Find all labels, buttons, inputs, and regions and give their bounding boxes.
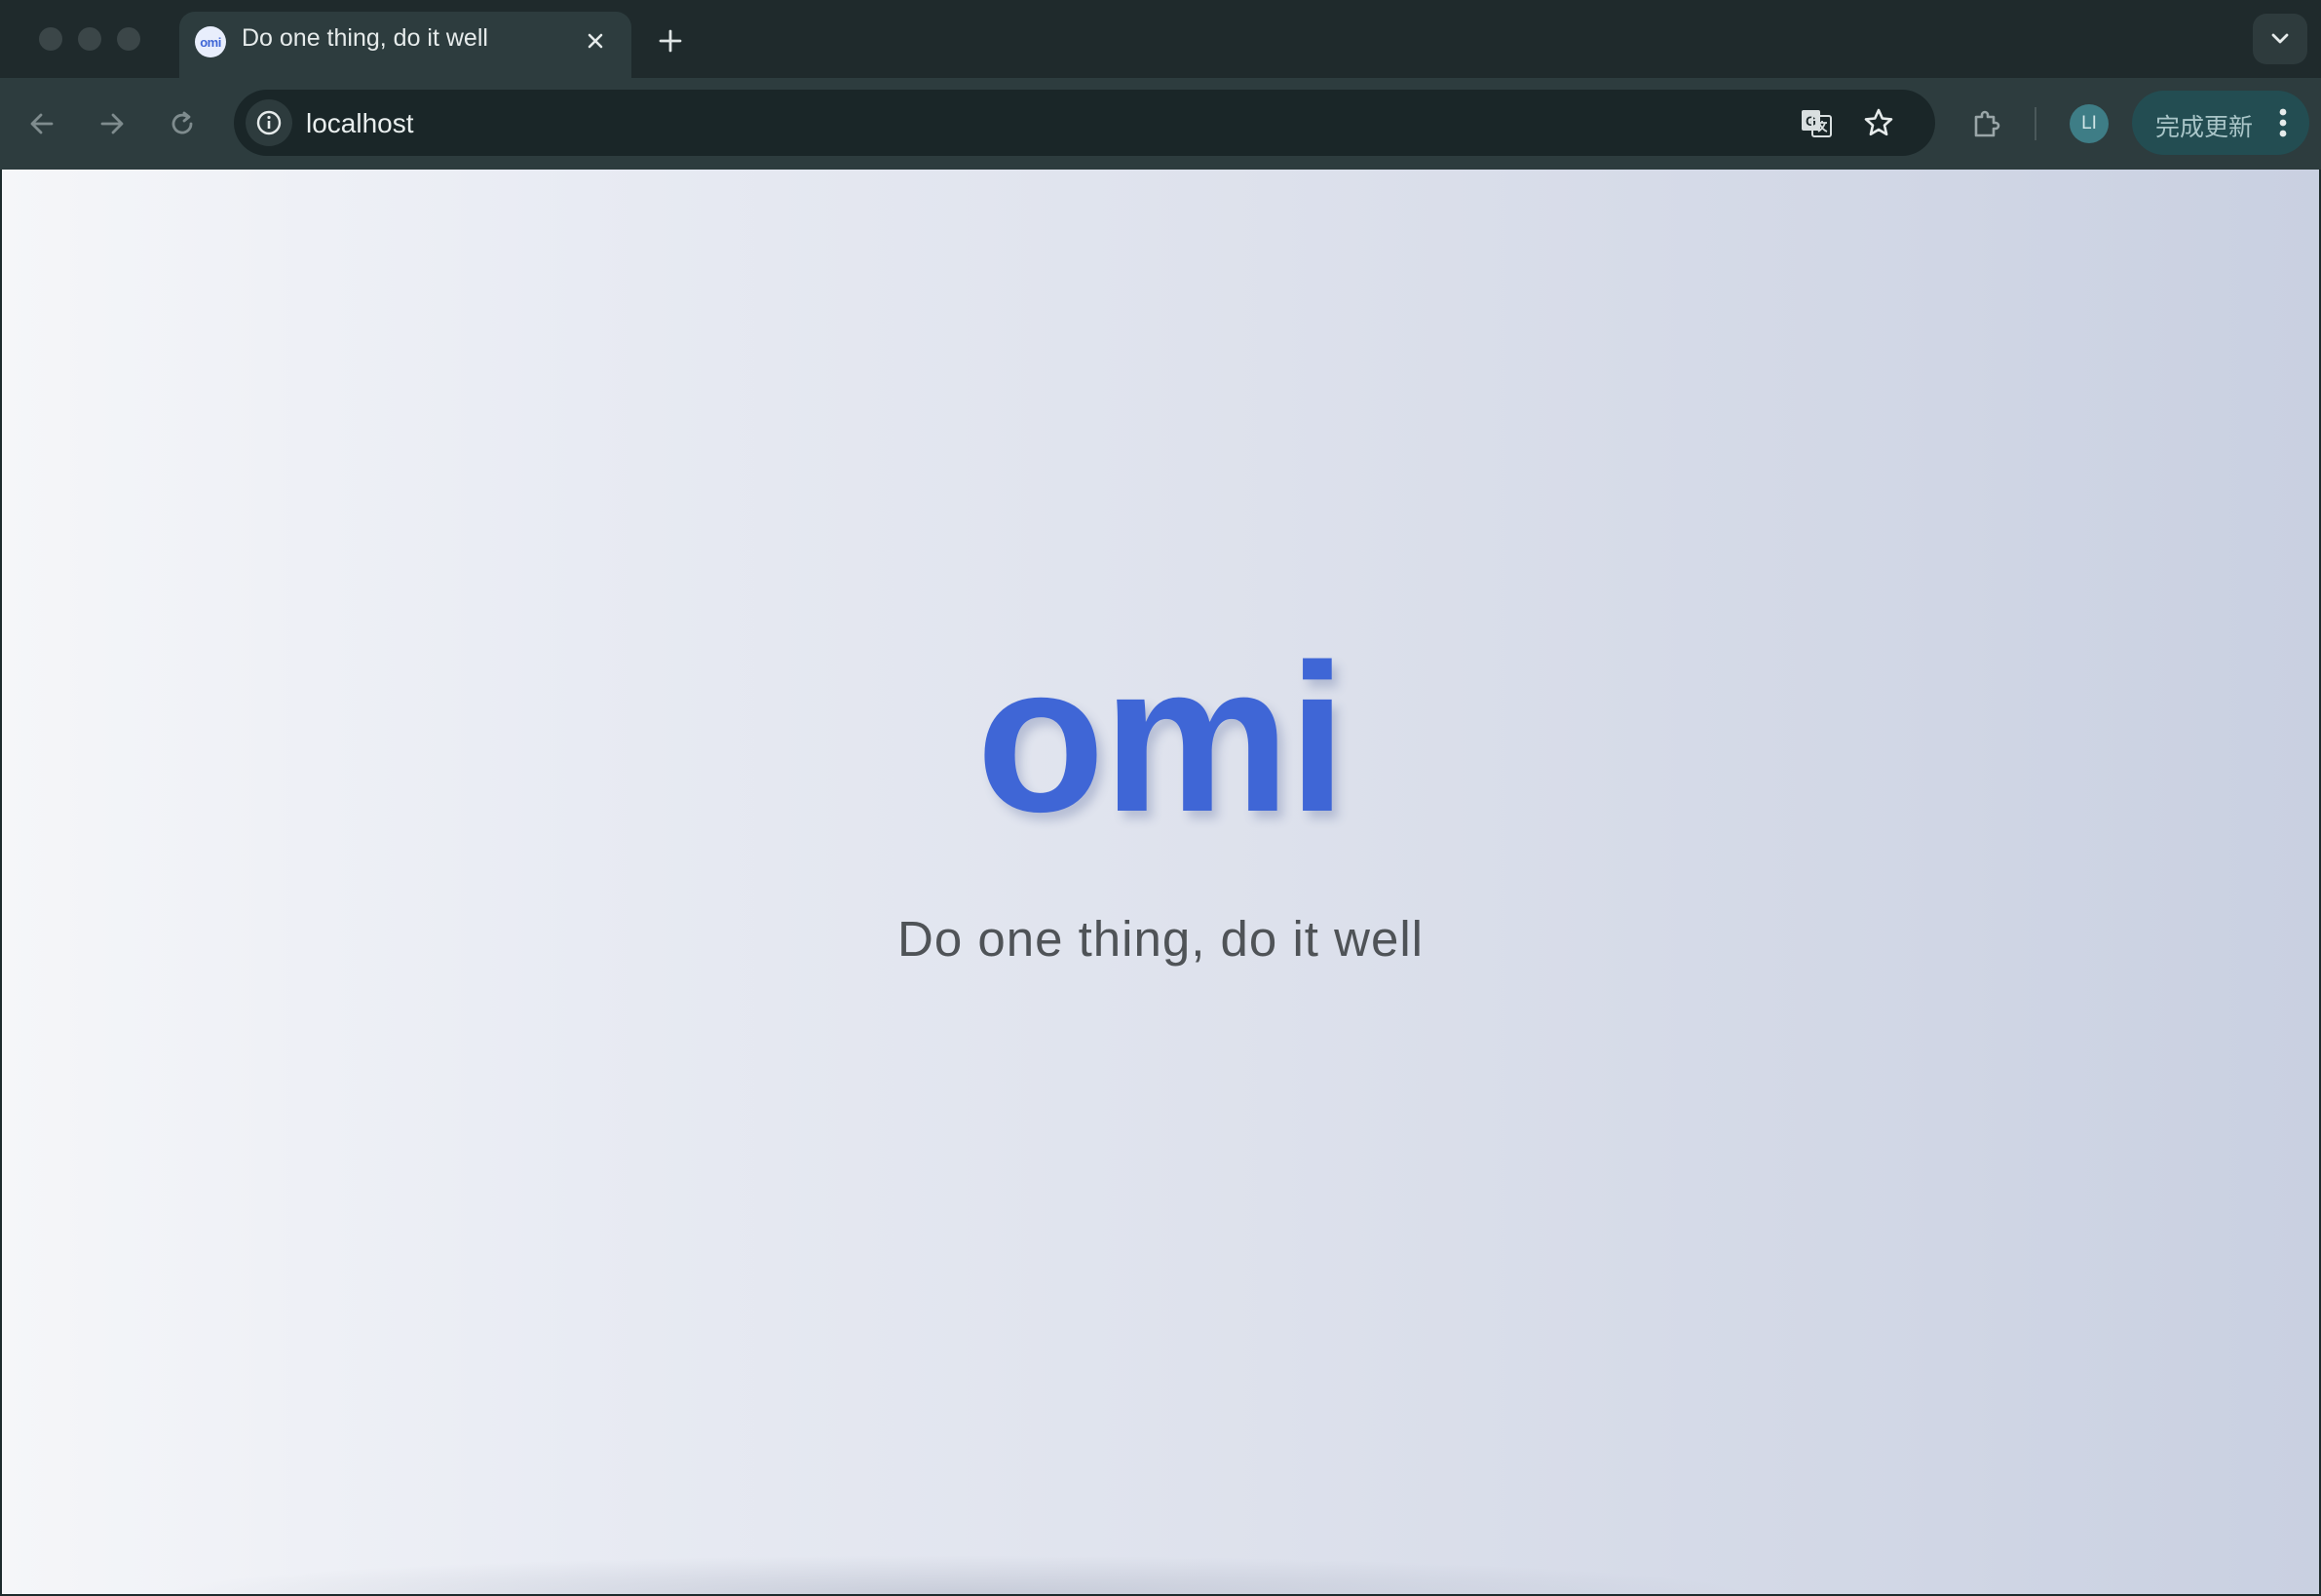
url-text[interactable]: localhost [306,108,414,139]
tagline: Do one thing, do it well [897,911,1424,967]
reload-icon[interactable] [158,99,207,148]
close-icon[interactable] [579,24,612,57]
more-vertical-icon[interactable] [2268,105,2298,140]
toolbar-divider [2035,107,2036,140]
arrow-right-icon[interactable] [88,99,136,148]
profile-avatar[interactable]: LI [2070,104,2109,143]
window-minimize-dot[interactable] [78,27,101,51]
plus-icon[interactable] [649,19,692,62]
window-zoom-dot[interactable] [117,27,140,51]
browser-window: omi Do one thing, do it well localhost G… [0,0,2321,1596]
browser-toolbar: localhost G LI 完成更新 [0,78,2321,170]
logo-title: omi [975,620,1347,855]
active-tab[interactable]: omi Do one thing, do it well [179,12,631,78]
info-icon[interactable] [246,99,292,146]
arrow-left-icon[interactable] [18,99,66,148]
puzzle-icon[interactable] [1962,99,2011,148]
star-icon[interactable] [1857,101,1900,144]
page-viewport: omi Do one thing, do it well [2,170,2319,1594]
tab-favicon: omi [195,26,226,57]
address-bar[interactable]: localhost G [234,90,1935,156]
translate-icon[interactable]: G [1795,101,1838,144]
chevron-down-icon[interactable] [2253,14,2307,64]
bottom-shadow [158,1555,1756,1594]
update-button[interactable]: 完成更新 [2132,91,2309,155]
tab-strip: omi Do one thing, do it well [0,0,2321,78]
window-close-dot[interactable] [39,27,62,51]
update-button-label: 完成更新 [2155,113,2254,141]
tab-title: Do one thing, do it well [242,24,488,52]
